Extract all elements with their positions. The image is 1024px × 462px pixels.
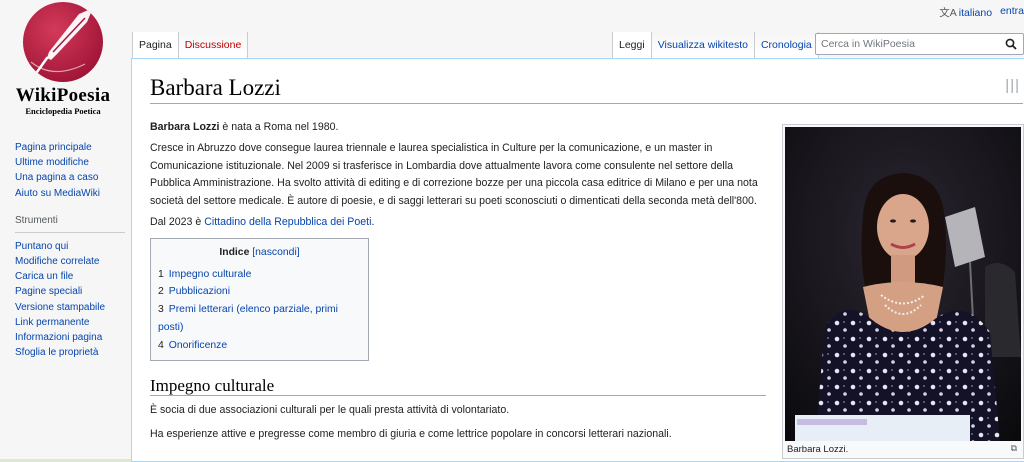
toc-title: Indice [219,246,250,258]
toc-item[interactable]: 4 Onorificenze [158,337,361,355]
sidebar-item-random-page[interactable]: Una pagina a caso [15,170,127,185]
namespace-tabs: Pagina Discussione [132,32,249,58]
intro-text: è nata a Roma nel 1980. [219,121,339,133]
toc-number: 1 [158,268,164,280]
personal-tools: 文A italiano entra [939,5,1024,20]
bio-paragraph: Cresce in Abruzzo dove consegue laurea t… [150,141,758,208]
tab-page-label[interactable]: Pagina [139,39,172,51]
language-link[interactable]: 文A italiano [939,5,992,20]
sidebar-item-permalink[interactable]: Link permanente [15,315,127,330]
tools-portal: Puntano qui Modifiche correlate Carica u… [15,239,127,361]
toc-link[interactable]: Onorificenze [169,340,227,351]
tab-history-label[interactable]: Cronologia [761,39,812,51]
tab-history[interactable]: Cronologia [754,32,819,58]
caption-text: Barbara Lozzi. [787,444,849,455]
intro-bold: Barbara Lozzi [150,121,220,133]
toc-link[interactable]: Impegno culturale [169,269,252,280]
page-title: Barbara Lozzi [150,75,281,100]
sidebar-item-page-info[interactable]: Informazioni pagina [15,330,127,345]
quill-logo-icon [23,2,103,82]
sidebar-item-what-links-here[interactable]: Puntano qui [15,239,127,254]
article-body: Barbara Lozzi è nata a Roma nel 1980. Cr… [150,119,770,447]
toc-number: 4 [158,339,164,351]
toc-link[interactable]: Pubblicazioni [169,286,230,297]
logo-subtitle: Enciclopedia Poetica [25,106,101,116]
translate-icon: 文A [939,7,957,19]
thumbnail-caption: Barbara Lozzi. ⧉ [785,441,1021,458]
section-paragraph: Ha esperienze attive e pregresse come me… [150,428,672,441]
language-label[interactable]: italiano [959,7,992,19]
sidebar-item-browse-properties[interactable]: Sfoglia le proprietà [15,345,127,360]
toc-item[interactable]: 2 Pubblicazioni [158,283,361,301]
navigation-portal: Pagina principale Ultime modifiche Una p… [15,140,127,201]
search-icon[interactable] [1005,38,1017,53]
toc-item[interactable]: 1 Impegno culturale [158,266,361,284]
tab-view-source[interactable]: Visualizza wikitesto [651,32,755,58]
toc-link[interactable]: Premi letterari (elenco parziale, primi … [158,304,338,333]
search-box [815,33,1024,55]
tab-discussion[interactable]: Discussione [178,32,249,58]
search-input[interactable] [816,34,996,54]
magnify-icon[interactable]: ⧉ [1011,443,1017,454]
section-heading: Impegno culturale [150,376,766,397]
site-logo[interactable]: WikiPoesia Enciclopedia Poetica [8,2,118,116]
tab-page[interactable]: Pagina [132,32,179,58]
sidebar-item-printable[interactable]: Versione stampabile [15,300,127,315]
toc-header: Indice [nascondi] [158,244,361,262]
tab-discussion-label[interactable]: Discussione [185,39,242,51]
toc-item[interactable]: 3 Premi letterari (elenco parziale, primi… [158,301,361,337]
tab-read[interactable]: Leggi [612,32,652,58]
tools-heading: Strumenti [15,214,58,226]
sidebar-item-main-page[interactable]: Pagina principale [15,140,127,155]
view-tabs: Leggi Visualizza wikitesto Cronologia [612,32,819,58]
thumbnail: Barbara Lozzi. ⧉ [782,124,1024,459]
table-of-contents: Indice [nascondi] 1 Impegno culturale 2 Pu… [150,237,369,361]
section-paragraph: È socia di due associazioni culturali pe… [150,404,510,417]
login-link[interactable]: entra [1000,5,1024,20]
sidebar-item-upload[interactable]: Carica un file [15,269,127,284]
intro-paragraph: Barbara Lozzi è nata a Roma nel 1980. [150,119,770,137]
sidebar-item-special-pages[interactable]: Pagine speciali [15,284,127,299]
tab-view-source-label[interactable]: Visualizza wikitesto [658,39,748,51]
tools-divider [15,231,125,233]
title-divider [150,103,1023,104]
toc-toggle[interactable]: [nascondi] [252,247,299,258]
toc-number: 3 [158,304,164,316]
toc-toggle-label[interactable]: nascondi [255,247,297,258]
main-content: Barbara Lozzi ||| Barbara Lozzi è nata a… [131,58,1024,462]
citizen-pre: Dal 2023 è [150,215,205,228]
repubblica-poeti-link[interactable]: Cittadino della Repubblica dei Poeti [204,216,371,228]
toc-number: 2 [158,286,164,298]
page-indicators-icon: ||| [1005,77,1020,94]
sidebar: Pagina principale Ultime modifiche Una p… [15,140,127,360]
tab-read-label[interactable]: Leggi [619,39,645,51]
sidebar-item-related-changes[interactable]: Modifiche correlate [15,254,127,269]
sidebar-item-recent-changes[interactable]: Ultime modifiche [15,155,127,170]
portrait-image[interactable] [785,127,1021,441]
citizen-paragraph: Dal 2023 è Cittadino della Repubblica de… [150,214,770,232]
sidebar-item-help[interactable]: Aiuto su MediaWiki [15,186,127,201]
logo-title: WikiPoesia [15,85,111,106]
citizen-post: . [371,215,375,228]
